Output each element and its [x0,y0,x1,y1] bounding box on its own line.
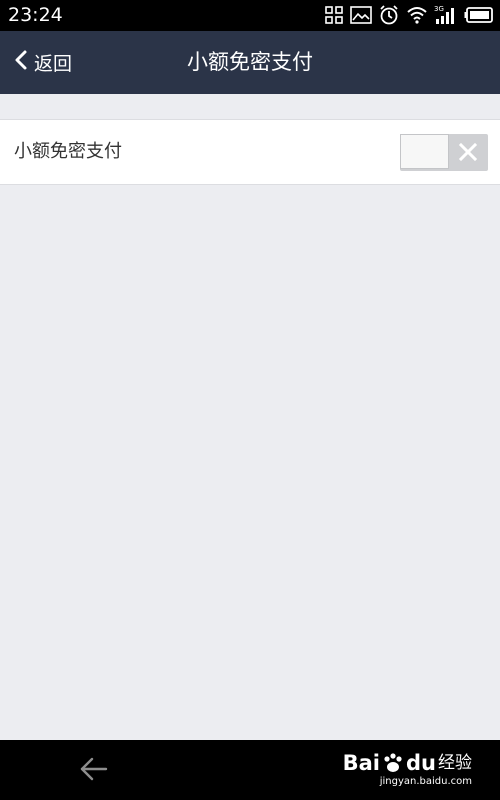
watermark-brand: Bai [342,751,381,775]
paw-icon [382,752,404,778]
qr-code-icon [324,5,344,25]
page-title: 小额免密支付 [187,50,313,74]
network-type-label: 3G [434,5,444,13]
watermark-url: jingyan.baidu.com [379,776,472,787]
password-free-toggle[interactable] [400,134,488,171]
toggle-knob [401,135,448,168]
setting-label: 小额免密支付 [14,141,122,162]
alarm-icon [378,4,400,26]
signal-icon: 3G [434,5,458,25]
close-icon [458,142,478,166]
status-time: 23:24 [8,4,63,26]
watermark-product: 经验 [438,753,472,773]
settings-row-small-password-free-payment: 小额免密支付 [0,119,500,185]
nav-bar: 返回 小额免密支付 [0,31,500,94]
battery-icon [464,6,494,24]
watermark-brand-suffix: du [406,751,436,775]
watermark-logo: Bai du 经验 [343,752,472,778]
arrow-left-icon[interactable] [78,754,110,788]
image-icon [350,5,372,25]
status-icons: 3G [324,3,494,27]
status-bar: 23:24 3G [0,0,500,31]
system-nav-bar: Bai du 经验 jingyan.baidu.com [0,740,500,800]
wifi-icon [406,5,428,25]
